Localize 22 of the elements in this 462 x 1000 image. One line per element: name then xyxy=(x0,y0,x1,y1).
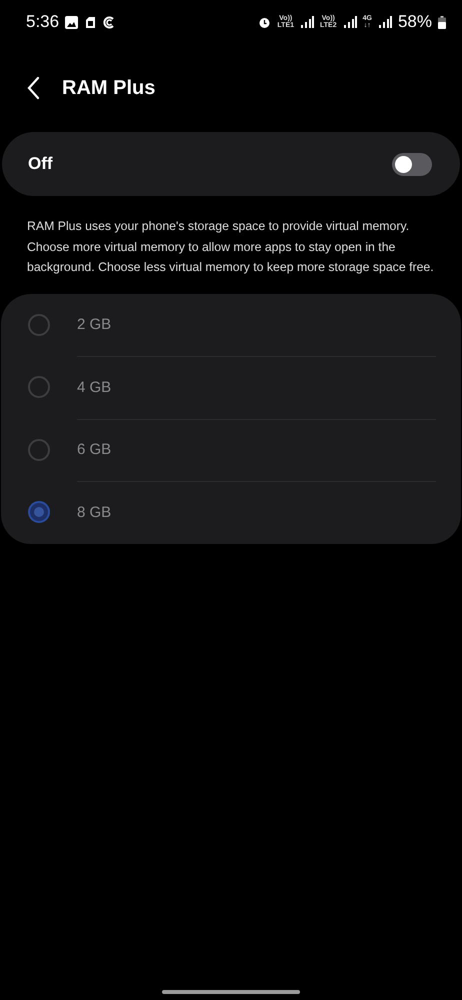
description-text: RAM Plus uses your phone's storage space to provide virtual memory. Choose more virtual memory to allow more apps to stay open in the background. Choose less virtual memory to keep more storage space free. xyxy=(26,218,435,276)
sim-card-icon xyxy=(84,16,98,28)
radio-button[interactable] xyxy=(28,376,50,398)
c-logo-icon xyxy=(103,16,116,28)
battery-icon xyxy=(438,16,446,28)
gallery-icon xyxy=(65,16,78,28)
alarm-icon xyxy=(258,16,272,28)
page-title: RAM Plus xyxy=(62,76,156,100)
option-label: 8 GB xyxy=(77,504,112,521)
option-label: 2 GB xyxy=(77,316,112,334)
status-time: 5:36 xyxy=(26,12,60,32)
battery-percent: 58% xyxy=(398,12,432,32)
signal-icon xyxy=(342,16,357,28)
radio-button[interactable] xyxy=(28,501,50,524)
switch-label: Off xyxy=(28,154,54,174)
option-label: 6 GB xyxy=(77,441,112,458)
toggle-switch[interactable] xyxy=(392,152,432,176)
option-label: 4 GB xyxy=(77,378,112,396)
radio-button[interactable] xyxy=(28,438,50,461)
signal-icon xyxy=(378,16,392,28)
signal-icon xyxy=(300,16,314,28)
radio-button[interactable] xyxy=(28,314,50,336)
